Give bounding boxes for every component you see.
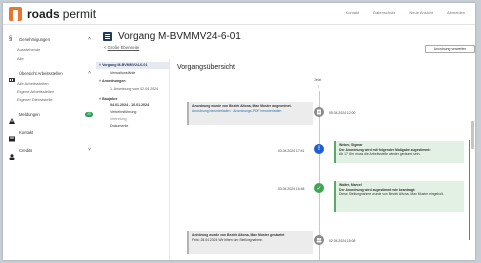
button-label: Anordnung verwerfen bbox=[433, 47, 467, 51]
tree-item-label: Baujahre bbox=[102, 97, 118, 101]
sidebar-sub-alle-arbeitsstellen[interactable]: Alle Arbeitsstellen bbox=[17, 81, 49, 86]
back-link-text[interactable]: Große Ebenseite bbox=[108, 45, 140, 50]
card-body-detail: Wir bitten um Stellungnahme. bbox=[218, 237, 263, 242]
exclamation-icon: ! bbox=[318, 146, 320, 152]
top-header: roads permit Kontakt Datenschutz Neue An… bbox=[3, 3, 475, 25]
tree-item-label: Anordnungen bbox=[101, 79, 126, 83]
document-icon bbox=[103, 32, 112, 41]
card-download-links[interactable]: Anordnung herunterladen · Anordnungs-PDF… bbox=[192, 109, 310, 114]
tree-item-label: Vorgang M-BVMMV24-6-01 bbox=[102, 63, 148, 67]
sidebar-item-uebersicht[interactable]: Übersicht Arbeitsstellen ˄ bbox=[3, 70, 101, 82]
tree-item-verwaltungsfaelle[interactable]: Verwaltunsfähle bbox=[110, 71, 135, 75]
sidebar-item-genehmigungen[interactable]: § Genehmigungen ˄ bbox=[3, 36, 101, 42]
timeline-card-walter: Walter, Marcel Der Anordnung wird zugest… bbox=[334, 181, 464, 212]
sidebar-item-label: Übersicht Arbeitsstellen bbox=[19, 70, 63, 76]
brand-name-light: permit bbox=[62, 7, 97, 21]
timeline-now-label: Jetzt bbox=[314, 78, 322, 82]
event-date: 02.04.2024 15:08 bbox=[329, 239, 356, 243]
tree-item-anordnung-1[interactable]: 1. Anordnung vom 02.04.2024 bbox=[110, 87, 158, 91]
sidebar-sub-ausstehende[interactable]: Ausstehende bbox=[17, 47, 40, 52]
paragraph-icon: § bbox=[9, 36, 13, 42]
credits-icon bbox=[9, 147, 15, 160]
tree-item-verkehrsfuehrung[interactable]: Verkehrsführung bbox=[110, 110, 136, 114]
card-body-detail: Diese Stellungnahme wurde von Bezirk Alt… bbox=[339, 192, 444, 197]
sidebar-item-meldungen[interactable]: Meldungen 20 bbox=[3, 111, 101, 124]
chevron-down-icon[interactable]: ˅ bbox=[88, 147, 91, 153]
tree-item-anordnungen[interactable]: ˄ Anordnungen bbox=[99, 79, 126, 83]
brand-name-bold: roads bbox=[27, 7, 60, 21]
sidebar-sub-eigener-dienststelle[interactable]: Eigener Dienststelle bbox=[17, 97, 53, 102]
warning-icon bbox=[9, 111, 15, 124]
event-date: 03.04.2024 15:48 bbox=[278, 187, 305, 191]
timeline-card-anordnung: Anordnung wurde von Bezirk Altona, Max M… bbox=[187, 102, 313, 125]
arrow-up-icon: ↑ bbox=[317, 84, 320, 90]
top-nav: Kontakt Datenschutz Neue Ansicht Abmelde… bbox=[346, 10, 465, 15]
check-icon: ✓ bbox=[316, 185, 322, 192]
card-body-detail: Ab 17 Uhr muss die Arbeitsstelle wieder … bbox=[339, 152, 421, 157]
card-body: Frist: 28.04.2024 bbox=[192, 237, 218, 242]
sidebar-item-label: Credits bbox=[19, 147, 33, 153]
window-scrollbar[interactable] bbox=[469, 140, 470, 240]
chevron-up-icon[interactable]: ˄ bbox=[88, 70, 91, 76]
event-date: 03.04.2024 17:41 bbox=[278, 149, 305, 153]
people-icon bbox=[316, 237, 322, 243]
chevron-up-icon[interactable]: ˄ bbox=[88, 36, 91, 42]
top-nav-kontakt[interactable]: Kontakt bbox=[346, 10, 360, 15]
tree-item-dokumente[interactable]: Dokumente bbox=[110, 124, 128, 128]
sidebar: § Genehmigungen ˄ Ausstehende Alle Übers… bbox=[3, 25, 101, 260]
breadcrumb-back[interactable]: < Große Ebenseite bbox=[104, 45, 139, 50]
tree-item-baujahre[interactable]: ˄ Baujahre bbox=[99, 97, 118, 101]
roads-logo-icon bbox=[9, 7, 22, 21]
event-date: 05.04.2024 12:00 bbox=[329, 111, 356, 115]
sidebar-item-credits[interactable]: Credits ˅ bbox=[3, 147, 101, 160]
main-heading: Vorgangsübersicht bbox=[177, 64, 235, 71]
contact-icon bbox=[9, 129, 15, 142]
scrollbar-thumb[interactable] bbox=[471, 121, 474, 149]
sidebar-item-label: Kontakt bbox=[19, 129, 34, 135]
timeline-node-info: ! bbox=[314, 144, 324, 154]
timeline-node-approved: ✓ bbox=[314, 183, 324, 193]
tree-item-date-range[interactable]: 04.01.2024 - 10.01.2024 bbox=[110, 103, 149, 107]
anordnung-verwerfen-button[interactable]: Anordnung verwerfen bbox=[425, 45, 475, 53]
construction-icon bbox=[9, 70, 15, 82]
vorgang-tree: ˄ Vorgang M-BVMMV24-6-01 Verwaltunsfähle… bbox=[96, 59, 170, 260]
tree-item-vorgang[interactable]: ˄ Vorgang M-BVMMV24-6-01 bbox=[99, 63, 147, 67]
page-title-text: Vorgang M-BVMMV24-6-01 bbox=[118, 31, 241, 42]
sidebar-sub-alle[interactable]: Alle bbox=[17, 56, 24, 61]
app-window: roads permit Kontakt Datenschutz Neue An… bbox=[3, 3, 475, 260]
sidebar-sub-eigene-arbeitsstellen[interactable]: Eigene Arbeitsstellen bbox=[17, 89, 54, 94]
notification-badge: 20 bbox=[85, 111, 93, 117]
top-nav-abmelden[interactable]: Abmelden bbox=[447, 10, 465, 15]
page-title: Vorgang M-BVMMV24-6-01 bbox=[103, 31, 241, 42]
tree-item-vertretung[interactable]: Vertretung bbox=[110, 117, 127, 121]
document-icon bbox=[317, 109, 321, 115]
top-nav-datenschutz[interactable]: Datenschutz bbox=[373, 10, 395, 15]
brand-logo[interactable]: roads permit bbox=[9, 7, 96, 21]
timeline-card-anhoerung: Anhörung wurde von Bezirk Altona, Max Mu… bbox=[187, 231, 313, 254]
top-nav-neue-ansicht[interactable]: Neue Ansicht bbox=[409, 10, 433, 15]
timeline-card-weber: Weber, Sigmar Der Anordnung wird mit fol… bbox=[334, 141, 464, 163]
timeline-node-gray bbox=[314, 235, 324, 245]
sidebar-item-label: Meldungen bbox=[19, 111, 40, 117]
timeline-node-gray bbox=[314, 107, 324, 117]
sidebar-item-kontakt[interactable]: Kontakt bbox=[3, 129, 101, 142]
sidebar-item-label: Genehmigungen bbox=[19, 36, 50, 42]
